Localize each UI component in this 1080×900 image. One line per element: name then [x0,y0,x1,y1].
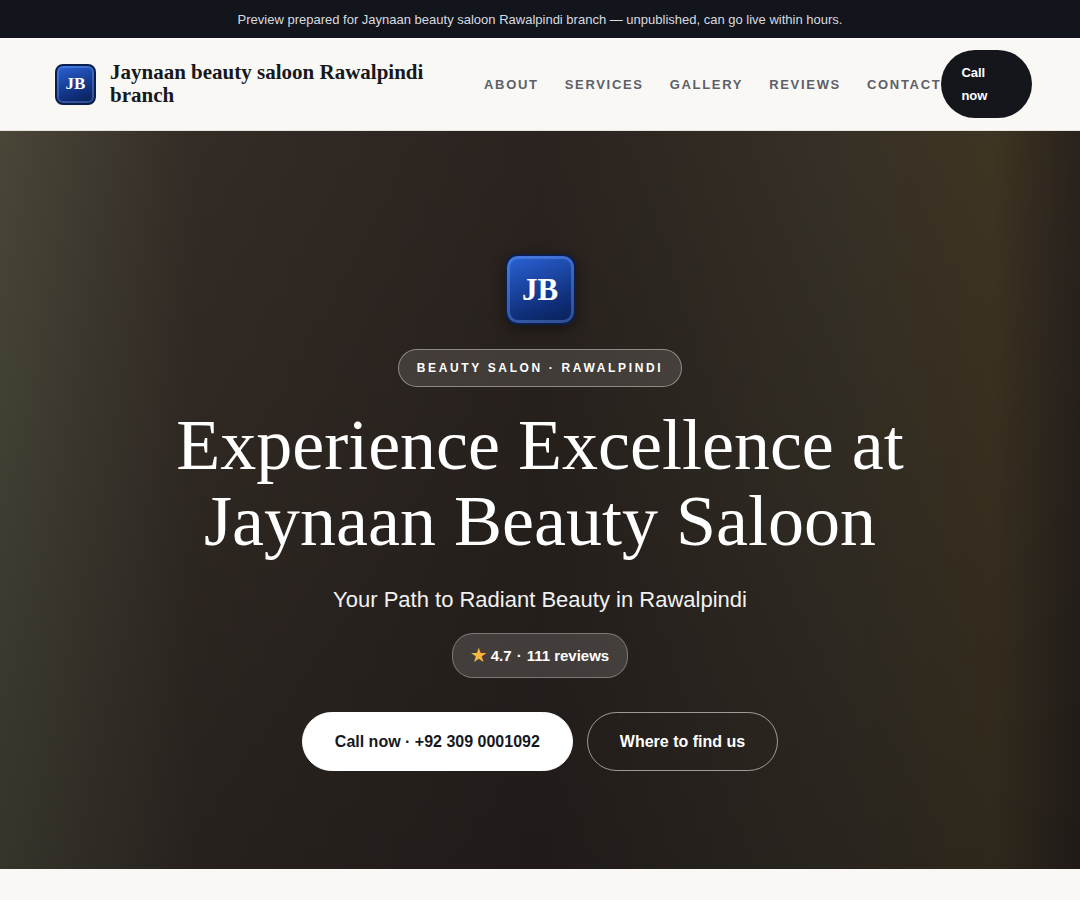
logo-icon: JB [55,64,96,105]
star-icon: ★ [471,645,486,666]
preview-banner: Preview prepared for Jaynaan beauty salo… [0,0,1080,38]
hero: JB BEAUTY SALON · RAWALPINDI Experience … [0,131,1080,869]
nav-link[interactable]: SERVICES [565,77,644,92]
hero-title: Experience Excellence at Jaynaan Beauty … [160,407,920,559]
category-badge: BEAUTY SALON · RAWALPINDI [398,349,682,387]
review-count: 111 reviews [527,647,610,664]
hero-button[interactable]: Call now · +92 309 0001092 [302,712,573,771]
nav-link[interactable]: CONTACT [867,77,941,92]
hero-content: JB BEAUTY SALON · RAWALPINDI Experience … [160,131,920,869]
hero-logo-icon: JB [505,254,576,325]
rating-score: 4.7 [491,647,512,664]
call-button[interactable]: Call now [941,50,1032,118]
nav-link[interactable]: REVIEWS [769,77,841,92]
nav-link[interactable]: ABOUT [484,77,539,92]
main-nav: ABOUT SERVICES GALLERY REVIEWS CONTACT [484,77,941,92]
rating-pill: ★ 4.7 · 111 reviews [452,633,628,678]
next-section [0,869,1080,900]
brand-name: Jaynaan beauty saloon Rawalpindi branch [110,61,455,107]
site-header: JB Jaynaan beauty saloon Rawalpindi bran… [0,38,1080,131]
hero-subtitle: Your Path to Radiant Beauty in Rawalpind… [333,587,747,613]
hero-actions: Call now · +92 309 0001092Where to find … [302,712,778,771]
hero-button[interactable]: Where to find us [587,712,778,771]
brand[interactable]: JB Jaynaan beauty saloon Rawalpindi bran… [55,61,455,107]
rating-separator: · [517,647,522,664]
page: Preview prepared for Jaynaan beauty salo… [0,0,1080,900]
nav-link[interactable]: GALLERY [670,77,743,92]
